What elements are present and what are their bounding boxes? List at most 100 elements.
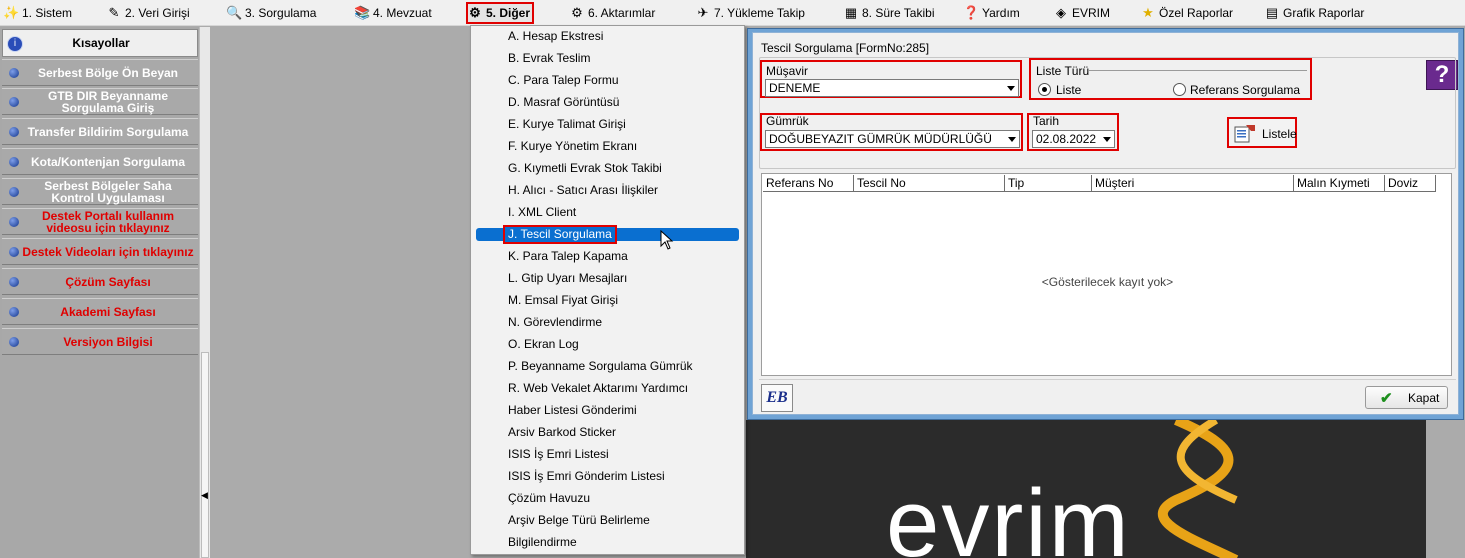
menu-item-para-talep-kapama[interactable]: K. Para Talep Kapama [508,246,628,266]
menu-evrim[interactable]: ◈ EVRIM [1053,3,1110,23]
menu-item-bilgilendirme[interactable]: Bilgilendirme [508,532,577,552]
menu-item-masraf-goruntusu[interactable]: D. Masraf Görüntüsü [508,92,619,112]
menu-aktarimlar[interactable]: ⚙ 6. Aktarımlar [569,3,655,23]
menu-label: 6. Aktarımlar [588,6,656,20]
tracking-icon: ✈ [697,5,709,20]
bullet-icon [9,337,19,347]
column-header-tescil-no[interactable]: Tescil No [854,175,1005,192]
menu-sorgulama[interactable]: 🔍 3. Sorgulama [226,3,316,23]
dna-helix-icon [1157,420,1239,558]
list-document-icon [1234,125,1255,143]
radio-referans-sorgulama[interactable] [1173,83,1186,96]
shortcut-label: Versiyon Bilgisi [63,334,153,349]
logo-background: evrim [746,420,1426,558]
menu-item-isis-is-emri[interactable]: ISIS İş Emri Listesi [508,444,609,464]
dialog-footer: EB ✔ Kapat [759,379,1456,415]
checkmark-icon: ✔ [1380,390,1393,407]
mouse-cursor-icon [660,230,674,250]
menu-item-xml-client[interactable]: I. XML Client [508,202,576,222]
menu-item-hesap-ekstresi[interactable]: A. Hesap Ekstresi [508,26,603,46]
shortcut-akademi-sayfasi[interactable]: Akademi Sayfası [2,298,198,325]
tarih-date-picker[interactable]: 02.08.2022 [1032,130,1115,148]
shortcut-cozum-sayfasi[interactable]: Çözüm Sayfası [2,268,198,295]
menu-item-arsiv-barkod[interactable]: Arsiv Barkod Sticker [508,422,616,442]
menu-sistem[interactable]: ✨ 1. Sistem [3,3,72,23]
menu-veri-girisi[interactable]: ✎ 2. Veri Girişi [106,3,190,23]
musavir-value: DENEME [769,81,821,95]
menu-ozel-raporlar[interactable]: ★ Özel Raporlar [1140,3,1233,23]
menu-item-evrak-teslim[interactable]: B. Evrak Teslim [508,48,590,68]
eb-logo-button[interactable]: EB [761,384,793,412]
menu-item-isis-gonderim[interactable]: ISIS İş Emri Gönderim Listesi [508,466,665,486]
menu-yukleme-takip[interactable]: ✈ 7. Yükleme Takip [695,3,805,23]
menu-item-beyanname-sorgulama[interactable]: P. Beyanname Sorgulama Gümrük [508,356,693,376]
menu-grafik-raporlar[interactable]: ▤ Grafik Raporlar [1264,3,1365,23]
musavir-select[interactable]: DENEME [765,79,1019,97]
query-icon: 🔍 [226,5,243,20]
menu-mevzuat[interactable]: 📚 4. Mevzuat [354,3,432,23]
menu-item-tescil-sorgulama[interactable]: J. Tescil Sorgulama [508,224,612,244]
chart-icon: ▤ [1265,5,1279,20]
radio-liste-label: Liste [1056,83,1082,97]
shortcut-transfer-bildirim[interactable]: Transfer Bildirim Sorgulama [2,118,198,145]
evrim-logo: evrim [886,470,1131,558]
menu-sure-takibi[interactable]: ▦ 8. Süre Takibi [843,3,935,23]
shortcut-label: Akademi Sayfası [60,304,156,319]
menu-label: EVRIM [1072,6,1111,20]
menu-item-gorevlendirme[interactable]: N. Görevlendirme [508,312,602,332]
other-icon: ⚙ [469,5,481,20]
scrollbar-thumb[interactable] [201,352,209,558]
menu-item-kiymetli-evrak[interactable]: G. Kıymetli Evrak Stok Takibi [508,158,662,178]
menu-item-haber-listesi[interactable]: Haber Listesi Gönderimi [508,400,637,420]
menu-item-cozum-havuzu[interactable]: Çözüm Havuzu [508,488,590,508]
shortcut-serbest-bolge-on-beyan[interactable]: Serbest Bölge Ön Beyan [2,59,198,86]
tarih-value: 02.08.2022 [1036,132,1097,146]
menu-item-arsiv-belge-turu[interactable]: Arşiv Belge Türü Belirleme [508,510,650,530]
collapse-arrow-icon[interactable]: ◀ [201,490,208,501]
bullet-icon [9,97,19,107]
menu-diger[interactable]: ⚙ 5. Diğer [465,2,535,24]
menu-label: 7. Yükleme Takip [714,6,805,20]
gumruk-select[interactable]: DOĞUBEYAZIT GÜMRÜK MÜDÜRLÜĞÜ [765,130,1020,148]
musavir-label: Müşavir [766,64,809,78]
menu-item-kurye-yonetim[interactable]: F. Kurye Yönetim Ekranı [508,136,637,156]
menu-yardim[interactable]: ❓ Yardım [963,3,1020,23]
listele-button[interactable]: Listele [1227,117,1297,148]
shortcut-versiyon-bilgisi[interactable]: Versiyon Bilgisi [2,328,198,355]
radio-liste[interactable] [1038,83,1051,96]
shortcut-destek-videolari[interactable]: Destek Videoları için tıklayınız [2,238,198,265]
menu-item-kurye-talimat[interactable]: E. Kurye Talimat Girişi [508,114,626,134]
group-line [1089,70,1307,71]
dialog-title: Tescil Sorgulama [FormNo:285] [761,41,930,55]
menu-label: 5. Diğer [486,6,531,20]
column-header-malin-kiymeti[interactable]: Malın Kıymeti [1294,175,1385,192]
sidebar-scrollbar[interactable]: ◀ [199,27,210,558]
column-header-tip[interactable]: Tip [1005,175,1092,192]
shortcut-label: Serbest Bölgeler Saha Kontrol Uygulaması [44,178,172,205]
chevron-down-icon [1008,137,1016,142]
column-header-doviz[interactable]: Doviz [1385,175,1436,192]
shortcut-label: Destek Videoları için tıklayınız [22,244,194,259]
shortcut-gtb-dir[interactable]: GTB DIR Beyanname Sorgulama Giriş [2,88,198,115]
menu-item-alici-satici[interactable]: H. Alıcı - Satıcı Arası İlişkiler [508,180,658,200]
menu-item-emsal-fiyat[interactable]: M. Emsal Fiyat Girişi [508,290,618,310]
menu-item-web-vekalet[interactable]: R. Web Vekalet Aktarımı Yardımcı [508,378,688,398]
menu-item-ekran-log[interactable]: O. Ekran Log [508,334,579,354]
column-header-musteri[interactable]: Müşteri [1092,175,1294,192]
menu-label: Grafik Raporlar [1283,6,1365,20]
bullet-icon [9,247,19,257]
shortcuts-panel: i Kısayollar Serbest Bölge Ön Beyan GTB … [0,27,201,558]
shortcut-kota-kontenjan[interactable]: Kota/Kontenjan Sorgulama [2,148,198,175]
results-table[interactable]: Referans No Tescil No Tip Müşteri Malın … [761,173,1452,376]
column-header-referans-no[interactable]: Referans No [763,175,854,192]
menu-item-gtip-uyari[interactable]: L. Gtip Uyarı Mesajları [508,268,627,288]
shortcut-saha-kontrol[interactable]: Serbest Bölgeler Saha Kontrol Uygulaması [2,178,198,205]
bullet-icon [9,157,19,167]
shortcut-destek-portali[interactable]: Destek Portalı kullanım videosu için tık… [2,208,198,235]
bullet-icon [9,68,19,78]
shortcut-label: Transfer Bildirim Sorgulama [27,124,189,139]
menu-item-para-talep-formu[interactable]: C. Para Talep Formu [508,70,619,90]
shortcut-label: Kota/Kontenjan Sorgulama [30,154,185,169]
kapat-button[interactable]: ✔ Kapat [1365,386,1448,409]
transfer-icon: ⚙ [571,5,583,20]
